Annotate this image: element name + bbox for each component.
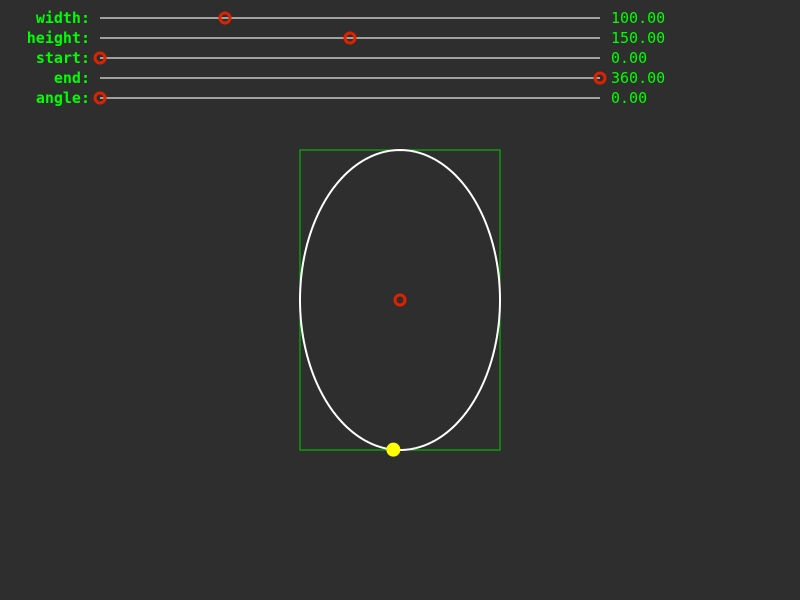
arc-endpoint-marker [386, 442, 401, 457]
bounding-box [299, 149, 501, 451]
slider-panel [93, 11, 607, 105]
slider-angle[interactable] [93, 91, 600, 105]
slider-end[interactable] [100, 71, 607, 85]
ellipse-arc [298, 148, 501, 452]
slider-width[interactable] [100, 11, 600, 25]
slider-height[interactable] [100, 31, 600, 45]
center-handle[interactable] [393, 293, 407, 307]
slider-start[interactable] [93, 51, 600, 65]
